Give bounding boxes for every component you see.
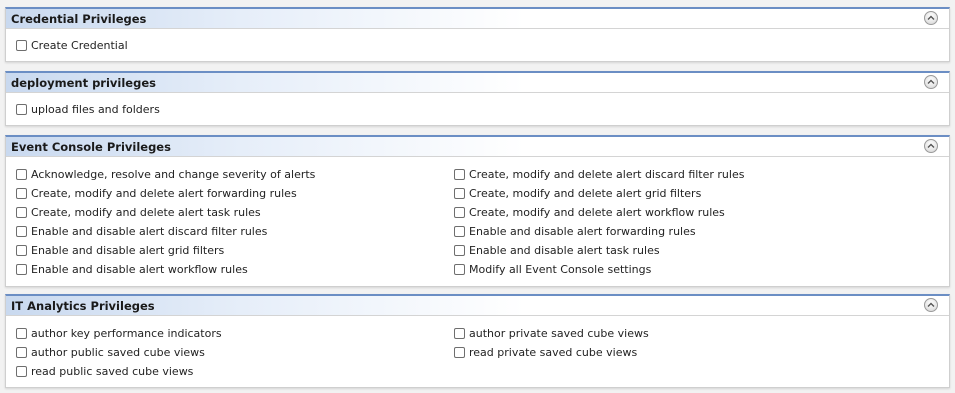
privilege-checkbox[interactable] [16, 347, 27, 358]
panel-title: Event Console Privileges [11, 140, 171, 154]
deployment-privileges-panel: deployment privileges upload files and f… [5, 71, 950, 126]
privilege-checkbox[interactable] [16, 169, 27, 180]
privilege-item[interactable]: Create, modify and delete alert discard … [454, 165, 744, 184]
privilege-label: read private saved cube views [469, 346, 638, 359]
privilege-label: Enable and disable alert workflow rules [31, 263, 248, 276]
privilege-item[interactable]: author public saved cube views [16, 343, 205, 362]
privilege-checkbox[interactable] [16, 226, 27, 237]
privilege-checkbox[interactable] [454, 245, 465, 256]
privilege-label: Create, modify and delete alert grid fil… [469, 187, 702, 200]
panel-header: Credential Privileges [6, 9, 949, 29]
privilege-item[interactable]: Enable and disable alert forwarding rule… [454, 222, 696, 241]
privilege-item[interactable]: Enable and disable alert workflow rules [16, 260, 248, 279]
privilege-label: Modify all Event Console settings [469, 263, 652, 276]
privilege-checkbox[interactable] [454, 328, 465, 339]
privilege-item[interactable]: Enable and disable alert task rules [454, 241, 660, 260]
panel-title: Credential Privileges [11, 12, 147, 26]
privilege-item[interactable]: read public saved cube views [16, 362, 193, 381]
privilege-checkbox[interactable] [454, 207, 465, 218]
privilege-label: upload files and folders [31, 103, 160, 116]
privilege-item[interactable]: Create, modify and delete alert forwardi… [16, 184, 297, 203]
privilege-checkbox[interactable] [16, 207, 27, 218]
privilege-item[interactable]: Create, modify and delete alert task rul… [16, 203, 261, 222]
panel-header: IT Analytics Privileges [6, 296, 949, 316]
privilege-checkbox[interactable] [16, 245, 27, 256]
privilege-label: author key performance indicators [31, 327, 222, 340]
panel-header: Event Console Privileges [6, 137, 949, 157]
collapse-button[interactable] [924, 298, 938, 312]
privilege-item[interactable]: read private saved cube views [454, 343, 637, 362]
panel-header: deployment privileges [6, 73, 949, 93]
privilege-label: Create Credential [31, 39, 128, 52]
privilege-checkbox[interactable] [16, 328, 27, 339]
chevron-up-icon [927, 143, 935, 148]
credential-privileges-panel: Credential Privileges Create Credential [5, 7, 950, 62]
privilege-checkbox[interactable] [16, 264, 27, 275]
privilege-checkbox[interactable] [454, 226, 465, 237]
privilege-checkbox[interactable] [454, 169, 465, 180]
privilege-label: author private saved cube views [469, 327, 649, 340]
chevron-up-icon [927, 79, 935, 84]
privilege-checkbox[interactable] [16, 366, 27, 377]
chevron-up-icon [927, 302, 935, 307]
privilege-checkbox[interactable] [16, 188, 27, 199]
privilege-checkbox[interactable] [454, 264, 465, 275]
privilege-item[interactable]: Create, modify and delete alert grid fil… [454, 184, 701, 203]
privilege-label: Create, modify and delete alert workflow… [469, 206, 725, 219]
it-analytics-privileges-panel: IT Analytics Privileges author key perfo… [5, 294, 950, 388]
privilege-checkbox[interactable] [16, 104, 27, 115]
privilege-label: Acknowledge, resolve and change severity… [31, 168, 316, 181]
privilege-item[interactable]: Create Credential [16, 36, 128, 55]
privilege-label: author public saved cube views [31, 346, 205, 359]
privilege-label: Enable and disable alert task rules [469, 244, 660, 257]
privilege-label: read public saved cube views [31, 365, 194, 378]
privilege-label: Enable and disable alert discard filter … [31, 225, 268, 238]
panel-title: IT Analytics Privileges [11, 299, 155, 313]
chevron-up-icon [927, 15, 935, 20]
collapse-button[interactable] [924, 75, 938, 89]
privilege-item[interactable]: Enable and disable alert grid filters [16, 241, 224, 260]
privilege-item[interactable]: Enable and disable alert discard filter … [16, 222, 267, 241]
privilege-label: Create, modify and delete alert discard … [469, 168, 745, 181]
panel-title: deployment privileges [11, 76, 156, 90]
privilege-label: Enable and disable alert forwarding rule… [469, 225, 696, 238]
privilege-checkbox[interactable] [16, 40, 27, 51]
privilege-label: Enable and disable alert grid filters [31, 244, 225, 257]
privilege-label: Create, modify and delete alert forwardi… [31, 187, 297, 200]
collapse-button[interactable] [924, 139, 938, 153]
privilege-checkbox[interactable] [454, 347, 465, 358]
event-console-privileges-panel: Event Console Privileges Acknowledge, re… [5, 135, 950, 287]
privilege-checkbox[interactable] [454, 188, 465, 199]
privilege-item[interactable]: Acknowledge, resolve and change severity… [16, 165, 315, 184]
privilege-item[interactable]: author key performance indicators [16, 324, 222, 343]
privilege-item[interactable]: upload files and folders [16, 100, 160, 119]
privilege-item[interactable]: author private saved cube views [454, 324, 649, 343]
privilege-item[interactable]: Modify all Event Console settings [454, 260, 651, 279]
privilege-label: Create, modify and delete alert task rul… [31, 206, 261, 219]
collapse-button[interactable] [924, 11, 938, 25]
privilege-item[interactable]: Create, modify and delete alert workflow… [454, 203, 725, 222]
